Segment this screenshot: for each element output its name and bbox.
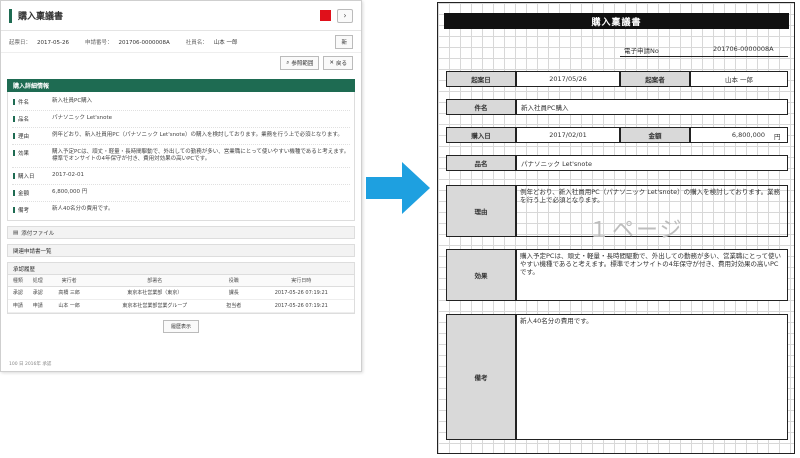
next-button[interactable]: ›: [337, 8, 353, 23]
drafter-value: 山本 一郎: [690, 71, 788, 87]
status-flag-icon[interactable]: [320, 10, 331, 21]
purchase-date-value: 2017/02/01: [516, 127, 620, 143]
form-meta: 起票日： 2017-05-26 申請番号： 201706-0000008A 社員名：…: [1, 31, 361, 53]
amount-label: 金額: [620, 127, 690, 143]
effect-value: 購入予定PCは、頑丈・軽量・長時間駆動で、外出しての勤務が多い、営業職にとって使…: [516, 249, 788, 301]
effect-label: 効果: [446, 249, 516, 301]
table-header-row: 種類 処理 実行者 部署名 役職 実行日時: [8, 275, 354, 287]
arrow-right-icon: [366, 162, 430, 214]
table-row: 申請 申請 山本 一郎 東京本社営業部営業グループ 担当者 2017-05-26…: [8, 299, 354, 313]
history-header: 承認履歴: [8, 263, 354, 276]
detail-row: 品名 パナソニック Let'snote: [12, 111, 350, 128]
attachments-section[interactable]: ▤ 添付ファイル: [7, 226, 355, 240]
date-value: 2017/05/26: [516, 71, 620, 87]
remarks-label: 備考: [446, 314, 516, 440]
product-value: パナソニック Let'snote: [516, 155, 788, 171]
detail-row: 購入日 2017-02-01: [12, 168, 350, 186]
sheet-title: 購入稟議書: [444, 13, 789, 29]
web-form-window: 購入稟議書 › 起票日： 2017-05-26 申請番号： 201706-00000…: [0, 0, 362, 372]
purchase-date-label: 購入日: [446, 127, 516, 143]
detail-row: 金額 6,800,000 円: [12, 185, 350, 203]
remarks-value: 新人40名分の費用です。: [516, 314, 788, 440]
reference-button[interactable]: ⌕ 参照範囲: [280, 56, 320, 70]
reason-label: 理由: [446, 185, 516, 237]
details-header: 購入詳細情報: [7, 79, 355, 92]
meta-date: 起票日： 2017-05-26: [9, 39, 69, 46]
detail-row: 件名 新入社員PC購入: [12, 94, 350, 111]
show-history-button[interactable]: 履歴表示: [163, 319, 199, 333]
divider: [620, 56, 788, 57]
form-header: 購入稟議書 ›: [1, 1, 361, 31]
details-list: 件名 新入社員PC購入 品名 パナソニック Let'snote 理由 例年どおり、新入…: [7, 92, 355, 222]
history-table: 種類 処理 実行者 部署名 役職 実行日時 承認 承認 高橋 三郎 東京本社営業…: [8, 275, 354, 313]
history-section: 承認履歴 種類 処理 実行者 部署名 役職 実行日時 承認 承認 高橋 三郎 東…: [7, 262, 355, 314]
detail-row: 効果 購入予定PCは、頑丈・軽量・長時間駆動で、外出しての勤務が多い、営業職にとっ…: [12, 145, 350, 169]
footer-text: 100 日 2016年 承認: [9, 362, 52, 367]
toolbar: ⌕ 参照範囲 ✕ 戻る: [1, 53, 361, 73]
attachment-icon: ▤: [13, 229, 19, 236]
sheet-number-label: 電子申請No: [624, 47, 659, 55]
amount-unit: 円: [774, 133, 781, 141]
table-row: 承認 承認 高橋 三郎 東京本社営業部（東京） 課長 2017-05-26 07…: [8, 286, 354, 300]
meta-employee: 社員名： 山本 一郎: [185, 39, 238, 46]
drafter-label: 起案者: [620, 71, 690, 87]
subject-value: 新入社員PC購入: [516, 99, 788, 115]
meta-number: 申請番号： 201706-0000008A: [84, 39, 170, 46]
page-title: 購入稟議書: [18, 12, 64, 22]
product-label: 品名: [446, 155, 516, 171]
sheet-number-value: 201706-0000008A: [713, 45, 774, 53]
related-section[interactable]: 関連申請書一覧: [7, 244, 355, 258]
subject-label: 件名: [446, 99, 516, 115]
title-accent-bar: [9, 8, 12, 23]
page-watermark: １ページ: [588, 218, 684, 243]
back-button[interactable]: ✕ 戻る: [323, 56, 353, 70]
detail-row: 備考 新人40名分の費用です。: [12, 202, 350, 218]
display-button[interactable]: 新: [335, 34, 353, 49]
search-icon: ⌕: [286, 59, 290, 66]
detail-row: 理由 例年どおり、新入社員用PC（パナソニック Let'snote）の購入を検討し…: [12, 128, 350, 145]
date-label: 起案日: [446, 71, 516, 87]
close-icon: ✕: [329, 60, 334, 66]
